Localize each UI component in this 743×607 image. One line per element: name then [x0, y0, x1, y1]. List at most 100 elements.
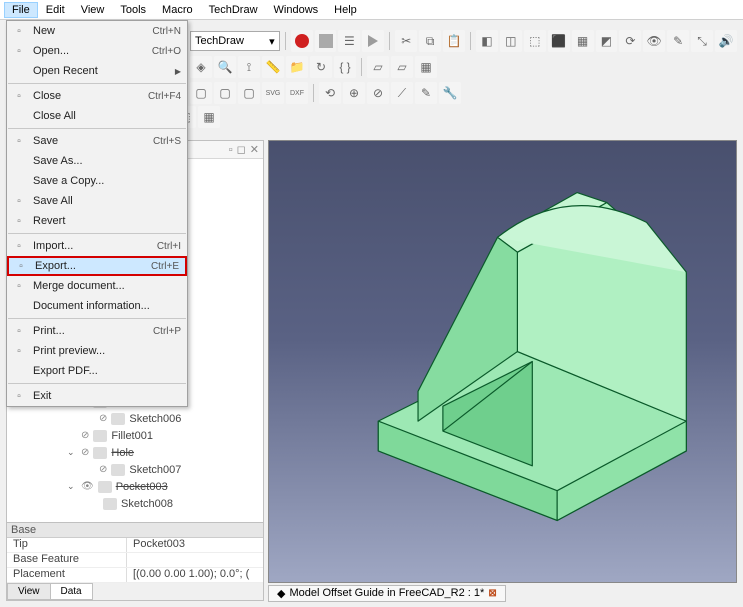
- menuitem-exit[interactable]: ▫Exit: [7, 386, 187, 406]
- menuitem-merge-document[interactable]: ▫ Merge document...: [7, 276, 187, 296]
- tool-button[interactable]: ◧: [476, 30, 498, 52]
- tool-button[interactable]: ⤡: [691, 30, 713, 52]
- menuitem-export-pdf[interactable]: Export PDF...: [7, 361, 187, 381]
- menuitem-open-recent[interactable]: Open Recent▶: [7, 61, 187, 81]
- tool-button[interactable]: ▱: [367, 56, 389, 78]
- close-panel-icon[interactable]: ✕: [250, 143, 259, 156]
- property-row[interactable]: Base Feature: [7, 553, 263, 568]
- menuitem-save-a-copy[interactable]: Save a Copy...: [7, 171, 187, 191]
- tool-button[interactable]: 🔧: [439, 82, 461, 104]
- document-tab[interactable]: ◆ Model Offset Guide in FreeCAD_R2 : 1* …: [268, 585, 506, 602]
- property-value[interactable]: [127, 553, 263, 567]
- menu-windows[interactable]: Windows: [266, 2, 327, 18]
- merge-icon-icon: ▫: [11, 278, 27, 294]
- tool-button[interactable]: ⊕: [343, 82, 365, 104]
- menuitem-print-preview[interactable]: ▫Print preview...: [7, 341, 187, 361]
- tool-button[interactable]: ⟲: [319, 82, 341, 104]
- menu-help[interactable]: Help: [326, 2, 365, 18]
- tree-node-pocket003[interactable]: ⌄👁Pocket003: [7, 478, 263, 495]
- menu-macro[interactable]: Macro: [154, 2, 201, 18]
- tool-button[interactable]: ▢: [190, 82, 212, 104]
- tool-button[interactable]: 📏: [262, 56, 284, 78]
- tool-button[interactable]: ⬛: [548, 30, 570, 52]
- visibility-icon[interactable]: 👁: [81, 481, 94, 492]
- tool-button[interactable]: SVG: [262, 82, 284, 104]
- close-document-icon[interactable]: ⊠: [488, 588, 496, 599]
- menu-file[interactable]: File: [4, 2, 38, 18]
- tool-button[interactable]: 📁: [286, 56, 308, 78]
- tool-button[interactable]: ⊘: [367, 82, 389, 104]
- saveall-icon-icon: ▫: [11, 193, 27, 209]
- tool-button[interactable]: ⬚: [524, 30, 546, 52]
- property-row[interactable]: Placement [(0.00 0.00 1.00); 0.0°; (: [7, 568, 263, 583]
- menuitem-save-all[interactable]: ▫Save All: [7, 191, 187, 211]
- tab-view[interactable]: View: [7, 583, 51, 600]
- menu-techdraw[interactable]: TechDraw: [201, 2, 266, 18]
- macro-stop-button[interactable]: [315, 30, 337, 52]
- visibility-icon[interactable]: ⊘: [81, 430, 89, 441]
- tree-node-sketch006[interactable]: ⊘Sketch006: [7, 410, 263, 427]
- menuitem-revert[interactable]: ▫Revert: [7, 211, 187, 231]
- float-icon[interactable]: ◻: [237, 143, 246, 156]
- menuitem-export[interactable]: ▫Export...Ctrl+E: [7, 256, 187, 276]
- cut-button[interactable]: ✂: [395, 30, 417, 52]
- tool-button[interactable]: ◈: [190, 56, 212, 78]
- menuitem-import[interactable]: ▫Import...Ctrl+I: [7, 236, 187, 256]
- tree-twisty-icon[interactable]: ⌄: [67, 481, 77, 492]
- menuitem-document-information[interactable]: Document information...: [7, 296, 187, 316]
- property-value[interactable]: [(0.00 0.00 1.00); 0.0°; (: [127, 568, 263, 582]
- tool-button[interactable]: DXF: [286, 82, 308, 104]
- macro-list-button[interactable]: ☰: [338, 30, 360, 52]
- tree-node-sketch007[interactable]: ⊘Sketch007: [7, 461, 263, 478]
- menuitem-close[interactable]: ▫CloseCtrl+F4: [7, 86, 187, 106]
- tab-data[interactable]: Data: [50, 583, 93, 600]
- menu-view[interactable]: View: [73, 2, 113, 18]
- tool-button[interactable]: 🔊: [715, 30, 737, 52]
- menuitem-new[interactable]: ▫NewCtrl+N: [7, 21, 187, 41]
- tool-button[interactable]: 👁: [643, 30, 665, 52]
- menuitem-save[interactable]: ▫SaveCtrl+S: [7, 131, 187, 151]
- menuitem-save-as[interactable]: Save As...: [7, 151, 187, 171]
- undock-icon[interactable]: ▫: [229, 144, 233, 156]
- tree-node-hole[interactable]: ⌄⊘Hole: [7, 444, 263, 461]
- tool-button[interactable]: 🔍: [214, 56, 236, 78]
- tree-twisty-icon[interactable]: ⌄: [67, 447, 77, 458]
- menuitem-label: Open Recent: [33, 65, 175, 77]
- tool-button[interactable]: ▱: [391, 56, 413, 78]
- tool-button[interactable]: ⟋: [391, 82, 413, 104]
- visibility-icon[interactable]: ⊘: [81, 447, 89, 458]
- tool-button[interactable]: ▢: [238, 82, 260, 104]
- tool-button[interactable]: { }: [334, 56, 356, 78]
- tool-button[interactable]: ▦: [572, 30, 594, 52]
- macro-record-button[interactable]: [291, 30, 313, 52]
- tool-button[interactable]: ↻: [310, 56, 332, 78]
- tool-button[interactable]: ◫: [500, 30, 522, 52]
- menu-edit[interactable]: Edit: [38, 2, 73, 18]
- macro-play-button[interactable]: [362, 30, 384, 52]
- tool-button[interactable]: ▦: [198, 106, 220, 128]
- visibility-icon[interactable]: ⊘: [99, 464, 107, 475]
- menuitem-label: Merge document...: [33, 280, 181, 292]
- paste-button[interactable]: 📋: [443, 30, 465, 52]
- visibility-icon[interactable]: ⊘: [99, 413, 107, 424]
- menu-tools[interactable]: Tools: [112, 2, 154, 18]
- property-row[interactable]: Tip Pocket003: [7, 538, 263, 553]
- menuitem-close-all[interactable]: Close All: [7, 106, 187, 126]
- tool-button[interactable]: ✎: [415, 82, 437, 104]
- tool-button[interactable]: ✎: [667, 30, 689, 52]
- new-icon-icon: ▫: [11, 23, 27, 39]
- workbench-selector[interactable]: TechDraw ▾: [190, 31, 280, 51]
- tree-node-fillet001[interactable]: ⊘Fillet001: [7, 427, 263, 444]
- property-value[interactable]: Pocket003: [127, 538, 263, 552]
- copy-button[interactable]: ⧉: [419, 30, 441, 52]
- 3d-viewport[interactable]: [268, 140, 737, 583]
- tool-button[interactable]: ▦: [415, 56, 437, 78]
- tool-button[interactable]: ⟳: [619, 30, 641, 52]
- import-icon-icon: ▫: [11, 238, 27, 254]
- menuitem-open[interactable]: ▫Open...Ctrl+O: [7, 41, 187, 61]
- menuitem-print[interactable]: ▫Print...Ctrl+P: [7, 321, 187, 341]
- tool-button[interactable]: ◩: [596, 30, 618, 52]
- tree-node-sketch008[interactable]: Sketch008: [7, 495, 263, 512]
- tool-button[interactable]: ▢: [214, 82, 236, 104]
- tool-button[interactable]: ⟟: [238, 56, 260, 78]
